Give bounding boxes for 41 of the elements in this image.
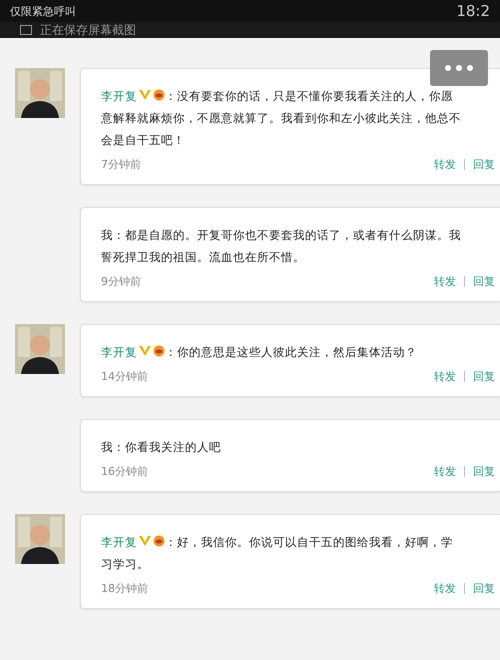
avatar-icon[interactable] (15, 324, 65, 374)
time-text: 7分钟前 (101, 157, 141, 172)
comment-text: ：你的意思是这些人彼此关注，然后集体活动？ (165, 345, 417, 359)
action-link[interactable]: 转发 (434, 274, 456, 289)
action-link[interactable]: 回复 (473, 581, 495, 596)
badge-icon (153, 535, 165, 547)
avatar-icon[interactable] (15, 514, 65, 564)
action-link[interactable]: 回复 (473, 274, 495, 289)
action-link[interactable]: 回复 (473, 464, 495, 479)
action-link[interactable]: 转发 (434, 464, 456, 479)
more-button[interactable] (430, 50, 488, 86)
verified-v-icon (138, 345, 152, 357)
action-link[interactable]: 转发 (434, 369, 456, 384)
user-name[interactable]: 李开复 (101, 345, 137, 359)
action-link[interactable]: 转发 (434, 157, 456, 172)
comment-text: 意解释就麻烦你，不愿意就算了。我看到你和左小彼此关注，他总不 (101, 111, 461, 125)
comment-text: 习学习。 (101, 557, 149, 571)
comment-text: 誓死捍卫我的祖国。流血也在所不惜。 (101, 250, 305, 264)
time-text: 18分钟前 (101, 581, 148, 596)
comment-text: 会是自干五吧！ (101, 133, 185, 147)
badge-icon (153, 89, 165, 101)
screenshot-icon (20, 25, 32, 35)
action-link[interactable]: 回复 (473, 157, 495, 172)
comment-text: 我：都是自愿的。开复哥你也不要套我的话了，或者有什么阴谋。我 (101, 228, 461, 242)
clock-time: 18:2 (456, 2, 490, 20)
user-name[interactable]: 李开复 (101, 535, 137, 549)
verified-v-icon (138, 535, 152, 547)
time-text: 16分钟前 (101, 464, 148, 479)
notification-text: 正在保存屏幕截图 (40, 22, 136, 38)
user-name[interactable]: 李开复 (101, 89, 137, 103)
avatar-icon[interactable] (15, 68, 65, 118)
comment-text: ：没有要套你的话，只是不懂你要我看关注的人，你愿 (165, 89, 453, 103)
comment-text: ：好，我信你。你说可以自干五的图给我看，好啊，学 (165, 535, 453, 549)
verified-v-icon (138, 89, 152, 101)
carrier-text: 仅限紧急呼叫 (10, 4, 76, 18)
comment-text: 我：你看我关注的人吧 (101, 440, 221, 454)
badge-icon (153, 345, 165, 357)
time-text: 9分钟前 (101, 274, 141, 289)
action-link[interactable]: 回复 (473, 369, 495, 384)
action-link[interactable]: 转发 (434, 581, 456, 596)
time-text: 14分钟前 (101, 369, 148, 384)
